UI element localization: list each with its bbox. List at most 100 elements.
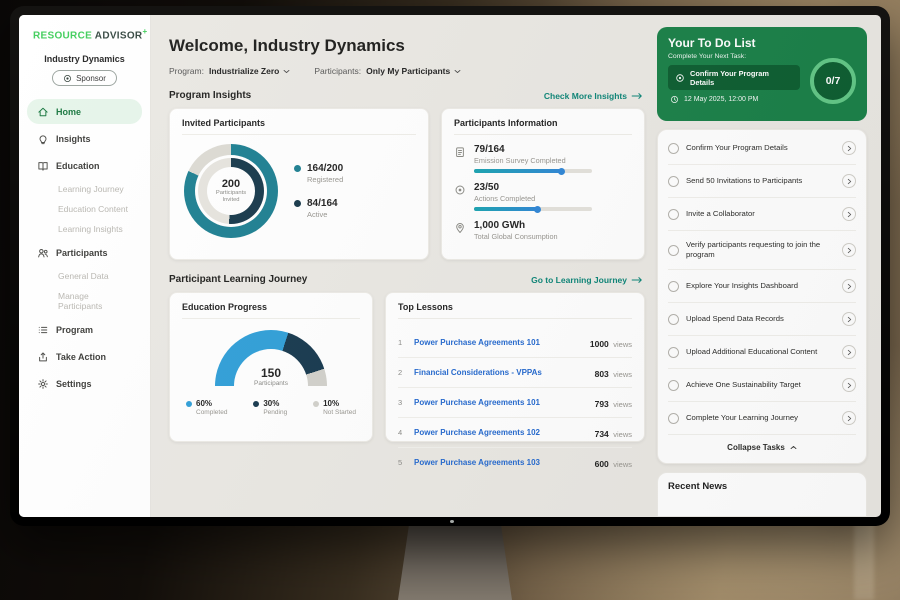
legend-value: 10% xyxy=(323,399,356,408)
task-row[interactable]: Achieve One Sustainability Target xyxy=(668,369,856,402)
task-checkbox[interactable] xyxy=(668,380,679,391)
legend-label: Pending xyxy=(263,409,287,416)
task-row[interactable]: Verify participants requesting to join t… xyxy=(668,231,856,270)
sidebar-item-label: Education xyxy=(56,161,100,171)
learning-cards-row: Education Progress 150 Participants xyxy=(169,292,645,442)
task-open-button[interactable] xyxy=(842,312,856,326)
program-dropdown-value: Industrialize Zero xyxy=(209,66,279,76)
sidebar-item-settings[interactable]: Settings xyxy=(27,371,142,396)
check-more-insights-link[interactable]: Check More Insights xyxy=(544,91,643,101)
sidebar-item-label: Insights xyxy=(56,134,91,144)
lesson-link[interactable]: Power Purchase Agreements 101 xyxy=(414,338,582,347)
task-label: Confirm Your Program Details xyxy=(686,143,835,153)
target-icon xyxy=(454,184,466,196)
collapse-tasks-button[interactable]: Collapse Tasks xyxy=(668,435,856,461)
sidebar-item-participants[interactable]: Participants xyxy=(27,240,142,265)
learning-journey-header: Participant Learning Journey Go to Learn… xyxy=(169,274,643,285)
task-open-button[interactable] xyxy=(842,141,856,155)
top-lessons-card: Top Lessons 1 Power Purchase Agreements … xyxy=(385,292,645,442)
task-checkbox[interactable] xyxy=(668,245,679,256)
education-gauge-chart: 150 Participants xyxy=(215,330,327,387)
task-row[interactable]: Explore Your Insights Dashboard xyxy=(668,270,856,303)
monitor: RESOURCE ADVISOR+ Industry Dynamics Spon… xyxy=(10,6,890,526)
task-row[interactable]: Invite a Collaborator xyxy=(668,198,856,231)
task-checkbox[interactable] xyxy=(668,209,679,220)
recent-news-card: Recent News xyxy=(657,472,867,517)
task-checkbox[interactable] xyxy=(668,413,679,424)
sidebar-item-program[interactable]: Program xyxy=(27,317,142,342)
arrow-right-icon xyxy=(631,92,643,100)
stat-label: Emission Survey Completed xyxy=(474,156,592,165)
go-to-learning-journey-link[interactable]: Go to Learning Journey xyxy=(531,275,643,285)
task-checkbox[interactable] xyxy=(668,314,679,325)
main-content: Welcome, Industry Dynamics Program: Indu… xyxy=(151,15,657,517)
chevron-right-icon xyxy=(847,316,852,323)
chevron-down-icon xyxy=(454,69,461,74)
lesson-link[interactable]: Power Purchase Agreements 103 xyxy=(414,458,587,467)
lesson-views: 1000 views xyxy=(590,334,632,352)
task-label: Invite a Collaborator xyxy=(686,209,835,219)
stat-global-consumption: 1,000 GWh Total Global Consumption xyxy=(454,220,632,245)
task-open-button[interactable] xyxy=(842,411,856,425)
link-label: Go to Learning Journey xyxy=(531,275,627,285)
lesson-row: 5 Power Purchase Agreements 103 600 view… xyxy=(398,448,632,477)
sponsor-badge-label: Sponsor xyxy=(76,74,106,83)
legend-item-completed: 60% Completed xyxy=(186,399,227,416)
progress-fill xyxy=(474,169,563,173)
link-label: Check More Insights xyxy=(544,91,627,101)
legend-item-registered: 164/200 Registered xyxy=(294,163,343,184)
brand-plus: + xyxy=(142,27,147,36)
sidebar-item-education-content[interactable]: Education Content xyxy=(27,199,142,219)
lesson-link[interactable]: Power Purchase Agreements 101 xyxy=(414,398,587,407)
legend-label: Not Started xyxy=(323,409,356,416)
program-dropdown[interactable]: Industrialize Zero xyxy=(209,66,290,76)
sidebar-item-take-action[interactable]: Take Action xyxy=(27,344,142,369)
book-icon xyxy=(37,160,49,172)
legend-value: 84/164 xyxy=(307,198,338,209)
chevron-right-icon xyxy=(847,349,852,356)
task-row[interactable]: Complete Your Learning Journey xyxy=(668,402,856,435)
sidebar-item-insights[interactable]: Insights xyxy=(27,126,142,151)
sidebar-item-general-data[interactable]: General Data xyxy=(27,266,142,286)
list-icon xyxy=(37,324,49,336)
task-open-button[interactable] xyxy=(842,345,856,359)
task-row[interactable]: Upload Additional Educational Content xyxy=(668,336,856,369)
chevron-right-icon xyxy=(847,283,852,290)
task-checkbox[interactable] xyxy=(668,176,679,187)
participants-filter-label: Participants: xyxy=(314,66,361,76)
app-window: RESOURCE ADVISOR+ Industry Dynamics Spon… xyxy=(19,15,881,517)
card-title: Education Progress xyxy=(182,302,360,319)
task-open-button[interactable] xyxy=(842,207,856,221)
lesson-link[interactable]: Financial Considerations - VPPAs xyxy=(414,368,587,377)
task-open-button[interactable] xyxy=(842,378,856,392)
sidebar-item-label: Take Action xyxy=(56,352,106,362)
card-title: Invited Participants xyxy=(182,118,416,135)
task-row[interactable]: Confirm Your Program Details xyxy=(668,132,856,165)
task-checkbox[interactable] xyxy=(668,143,679,154)
progress-fill xyxy=(474,207,539,211)
sidebar-item-learning-journey[interactable]: Learning Journey xyxy=(27,179,142,199)
collapse-label: Collapse Tasks xyxy=(727,443,785,452)
task-row[interactable]: Upload Spend Data Records xyxy=(668,303,856,336)
lesson-link[interactable]: Power Purchase Agreements 102 xyxy=(414,428,587,437)
next-task-chip[interactable]: Confirm Your Program Details xyxy=(668,65,800,90)
sidebar-item-education[interactable]: Education xyxy=(27,153,142,178)
sidebar-item-label: Settings xyxy=(56,379,92,389)
power-led xyxy=(450,520,454,523)
task-open-button[interactable] xyxy=(842,243,856,257)
task-open-button[interactable] xyxy=(842,279,856,293)
task-open-button[interactable] xyxy=(842,174,856,188)
chevron-right-icon xyxy=(847,145,852,152)
sidebar-item-manage-participants[interactable]: Manage Participants xyxy=(27,286,142,316)
chevron-right-icon xyxy=(847,415,852,422)
task-row[interactable]: Send 50 Invitations to Participants xyxy=(668,165,856,198)
participants-dropdown[interactable]: Only My Participants xyxy=(366,66,461,76)
home-icon xyxy=(37,106,49,118)
task-checkbox[interactable] xyxy=(668,281,679,292)
lesson-rank: 4 xyxy=(398,428,406,437)
task-checkbox[interactable] xyxy=(668,347,679,358)
legend-item-not-started: 10% Not Started xyxy=(313,399,356,416)
legend-dot xyxy=(186,401,192,407)
sidebar-item-home[interactable]: Home xyxy=(27,99,142,124)
sidebar-item-learning-insights[interactable]: Learning Insights xyxy=(27,219,142,239)
